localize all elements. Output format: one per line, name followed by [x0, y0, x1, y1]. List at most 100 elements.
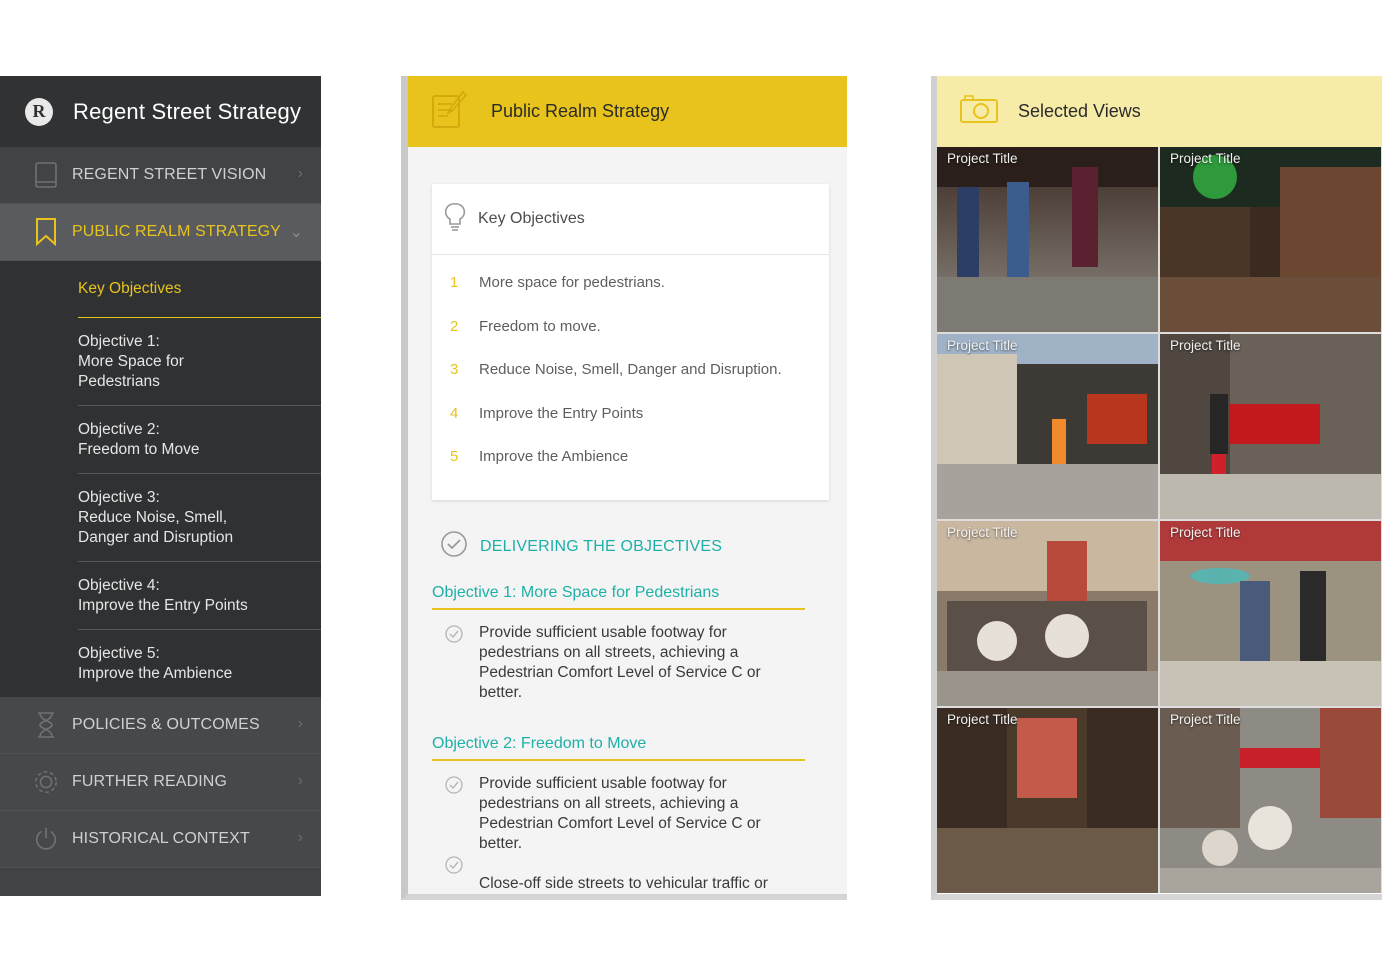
- nav-item-label: REGENT STREET VISION: [72, 166, 267, 183]
- item-text: Improve the Entry Points: [479, 404, 644, 422]
- gallery-panel: Selected Views Project Title Project Tit…: [931, 76, 1382, 900]
- check-circle-icon: [440, 530, 468, 563]
- nav-item-label: FURTHER READING: [72, 773, 227, 790]
- sub-item-line: Objective 2:: [78, 421, 160, 438]
- lightbulb-icon: [444, 202, 466, 237]
- delivering-heading: DELIVERING THE OBJECTIVES: [440, 530, 722, 563]
- navigation-panel: R Regent Street Strategy REGENT STREET V…: [0, 76, 321, 896]
- sub-item-line: Reduce Noise, Smell,: [78, 509, 228, 526]
- chevron-right-icon: ›: [297, 772, 303, 789]
- key-objectives-card: Key Objectives 1 More space for pedestria…: [432, 184, 829, 500]
- sub-item-objective-3[interactable]: Objective 3: Reduce Noise, Smell, Danger…: [78, 474, 321, 562]
- gallery-header: Selected Views: [937, 76, 1382, 147]
- section-title[interactable]: Objective 1: More Space for Pedestrians: [432, 584, 805, 610]
- list-item[interactable]: 2 Freedom to move.: [432, 305, 829, 349]
- chevron-right-icon: ›: [297, 715, 303, 732]
- objective-section-2: Objective 2: Freedom to Move Provide suf…: [432, 735, 805, 894]
- sub-item-objective-1[interactable]: Objective 1: More Space for Pedestrians: [78, 318, 321, 406]
- sub-item-line: Objective 3:: [78, 489, 160, 506]
- photo-tile[interactable]: Project Title: [937, 521, 1158, 706]
- nav-item-further-reading[interactable]: FURTHER READING ›: [0, 754, 321, 811]
- sub-item-line: Objective 5:: [78, 645, 160, 662]
- sub-item-line: Pedestrians: [78, 373, 160, 390]
- sub-item-line: Improve the Ambience: [78, 665, 233, 682]
- photo-tile[interactable]: Project Title: [1160, 521, 1381, 706]
- strategy-panel: Public Realm Strategy Key Objectives 1 Mo…: [401, 76, 847, 900]
- sub-item-line: Objective 1:: [78, 333, 160, 350]
- notepad-icon: [430, 90, 468, 135]
- sub-menu: Key Objectives Objective 1: More Space f…: [0, 261, 321, 697]
- street-photo: [1160, 334, 1381, 519]
- photo-tile[interactable]: Project Title: [1160, 334, 1381, 519]
- street-photo: [937, 147, 1158, 332]
- sub-item-line: Danger and Disruption: [78, 529, 234, 546]
- section-heading: DELIVERING THE OBJECTIVES: [480, 537, 723, 555]
- gear-icon: [33, 769, 59, 795]
- chevron-right-icon: ›: [297, 165, 303, 182]
- street-photo: [1160, 708, 1381, 893]
- list-item[interactable]: 5 Improve the Ambience: [432, 435, 829, 479]
- nav-item-regent-street-vision[interactable]: REGENT STREET VISION ›: [0, 147, 321, 204]
- check-circle-icon: [432, 774, 479, 854]
- item-text: Improve the Ambience: [479, 448, 629, 466]
- section-title[interactable]: Objective 2: Freedom to Move: [432, 735, 805, 761]
- list-item[interactable]: 1 More space for pedestrians.: [432, 261, 829, 305]
- street-photo: [1160, 521, 1381, 706]
- item-number: 1: [450, 274, 459, 292]
- sub-item-objective-5[interactable]: Objective 5: Improve the Ambience: [78, 630, 321, 697]
- nav-item-historical-context[interactable]: HISTORICAL CONTEXT ›: [0, 811, 321, 868]
- photo-tile[interactable]: Project Title: [937, 334, 1158, 519]
- item-number: 5: [450, 448, 459, 466]
- item-text: More space for pedestrians.: [479, 274, 665, 292]
- tile-label: Project Title: [947, 338, 1018, 353]
- check-circle-icon: [432, 854, 479, 894]
- sub-item-line: Freedom to Move: [78, 441, 200, 458]
- sub-item-objective-2[interactable]: Objective 2: Freedom to Move: [78, 406, 321, 474]
- photo-tile[interactable]: Project Title: [1160, 147, 1381, 332]
- app-logo: R: [25, 97, 53, 126]
- bullet-item: Provide sufficient usable footway for pe…: [432, 623, 805, 703]
- tile-label: Project Title: [947, 525, 1018, 540]
- page-title: Selected Views: [1018, 101, 1141, 121]
- sub-item-key-objectives[interactable]: Key Objectives: [78, 261, 321, 318]
- tablet-icon: [33, 162, 59, 188]
- sub-item-objective-4[interactable]: Objective 4: Improve the Entry Points: [78, 562, 321, 630]
- sub-item-line: Objective 4:: [78, 577, 160, 594]
- bullet-item: Provide sufficient usable footway for pe…: [432, 774, 805, 854]
- tile-label: Project Title: [1170, 338, 1241, 353]
- item-text: Reduce Noise, Smell, Danger and Disrupti…: [479, 361, 782, 379]
- nav-bottom-items: POLICIES & OUTCOMES › FURTHER READING › …: [0, 697, 321, 868]
- card-title: Key Objectives: [478, 210, 585, 227]
- nav-header: R Regent Street Strategy: [0, 76, 321, 147]
- street-photo: [937, 334, 1158, 519]
- sub-item-label: Key Objectives: [78, 280, 182, 297]
- list-item[interactable]: 3 Reduce Noise, Smell, Danger and Disrupt…: [432, 348, 829, 392]
- bullet-text: Provide sufficient usable footway for pe…: [479, 775, 761, 852]
- list-item[interactable]: 4 Improve the Entry Points: [432, 392, 829, 436]
- item-number: 2: [450, 317, 459, 335]
- item-text: Freedom to move.: [479, 317, 601, 335]
- bullet-item: Close-off side streets to vehicular traf…: [432, 854, 805, 894]
- photo-tile[interactable]: Project Title: [1160, 708, 1381, 893]
- nav-item-public-realm-strategy[interactable]: PUBLIC REALM STRATEGY ⌄: [0, 204, 321, 261]
- objective-section-1: Objective 1: More Space for Pedestrians …: [432, 584, 805, 703]
- tile-label: Project Title: [1170, 151, 1241, 166]
- strategy-header: Public Realm Strategy: [408, 76, 847, 147]
- nav-item-label: POLICIES & OUTCOMES: [72, 716, 260, 733]
- page-title: Public Realm Strategy: [491, 101, 670, 121]
- item-number: 3: [450, 361, 459, 379]
- power-icon: [33, 826, 59, 852]
- tile-label: Project Title: [947, 151, 1018, 166]
- sub-item-line: More Space for: [78, 353, 184, 370]
- bullet-text: Provide sufficient usable footway for pe…: [479, 624, 761, 701]
- street-photo: [1160, 147, 1381, 332]
- photo-tile[interactable]: Project Title: [937, 147, 1158, 332]
- street-photo: [937, 521, 1158, 706]
- check-circle-icon: [432, 623, 479, 703]
- camera-icon: [959, 94, 999, 129]
- photo-tile[interactable]: Project Title: [937, 708, 1158, 893]
- hourglass-icon: [33, 712, 59, 738]
- chevron-right-icon: ›: [297, 829, 303, 846]
- app-title: Regent Street Strategy: [73, 98, 302, 124]
- nav-item-policies-outcomes[interactable]: POLICIES & OUTCOMES ›: [0, 697, 321, 754]
